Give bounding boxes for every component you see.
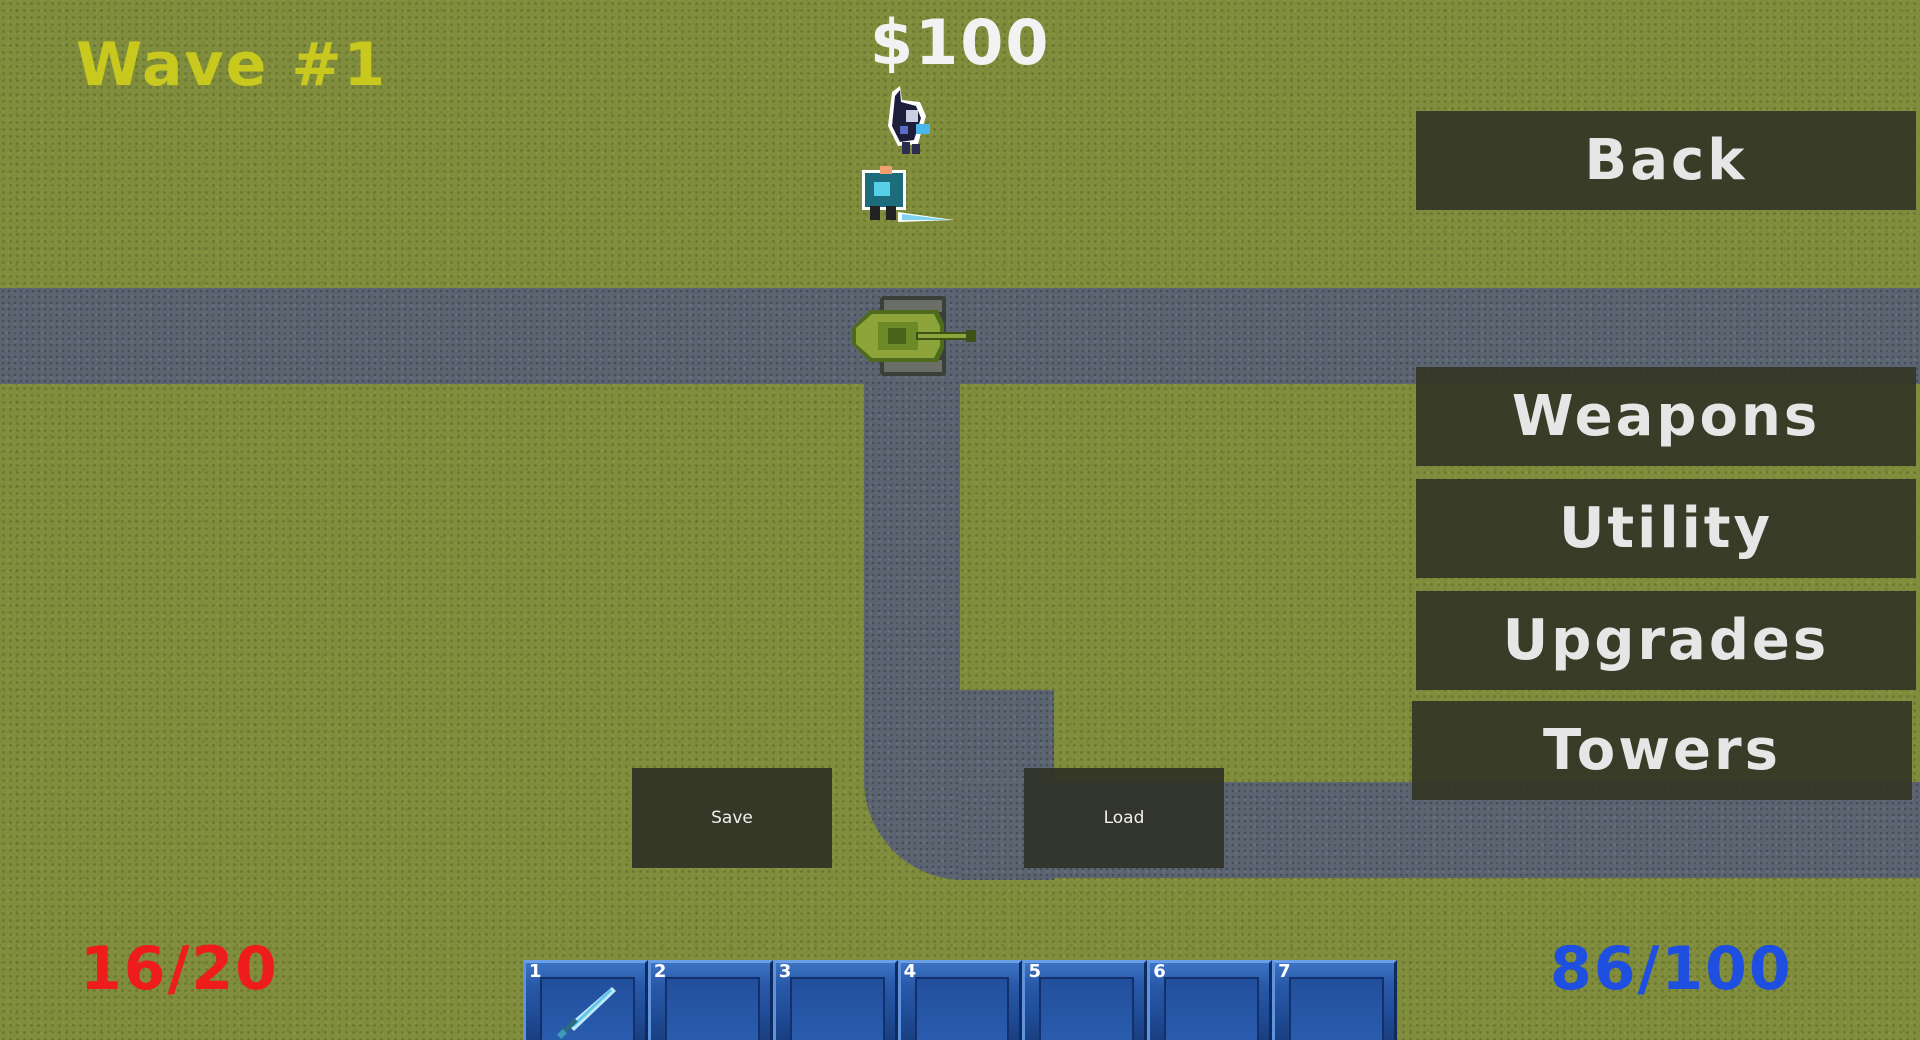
load-button[interactable]: Load [1024,768,1224,868]
hotbar-slot-7[interactable]: 7 [1272,960,1398,1040]
slot-frame [1289,977,1385,1040]
slot-number: 2 [653,961,667,982]
hotbar-slot-6[interactable]: 6 [1147,960,1273,1040]
dark-knight-enemy-sprite[interactable] [880,86,942,170]
energy-counter: 86/100 [1550,934,1793,1004]
slot-frame [1039,977,1135,1040]
slot-number: 1 [529,961,542,982]
back-button[interactable]: Back [1416,111,1916,210]
upgrades-button[interactable]: Upgrades [1416,591,1916,690]
aqua-soldier-enemy-sprite[interactable] [858,162,960,232]
tank-tower[interactable] [848,294,982,378]
slot-number: 3 [778,961,792,982]
towers-button[interactable]: Towers [1412,701,1912,800]
hotbar: 1 2 3 4 5 6 7 [523,960,1398,1040]
save-button[interactable]: Save [632,768,832,868]
slot-number: 4 [903,961,917,982]
wave-counter: Wave #1 [76,30,388,100]
hotbar-slot-3[interactable]: 3 [772,960,898,1040]
slot-frame [1164,977,1260,1040]
hotbar-slot-1[interactable]: 1 [523,960,648,1040]
slot-frame [664,977,760,1040]
weapons-button[interactable]: Weapons [1416,367,1916,466]
hotbar-slot-5[interactable]: 5 [1022,960,1148,1040]
utility-button[interactable]: Utility [1416,479,1916,578]
sword-icon [557,987,616,1039]
slot-number: 6 [1153,961,1166,982]
slot-frame [914,977,1010,1040]
hotbar-slot-2[interactable]: 2 [647,960,773,1040]
money-display: $100 [870,6,1051,79]
slot-frame [789,977,885,1040]
lives-counter: 16/20 [80,934,279,1004]
slot-number: 5 [1028,961,1041,982]
slot-number: 7 [1278,961,1291,982]
hotbar-slot-4[interactable]: 4 [897,960,1023,1040]
